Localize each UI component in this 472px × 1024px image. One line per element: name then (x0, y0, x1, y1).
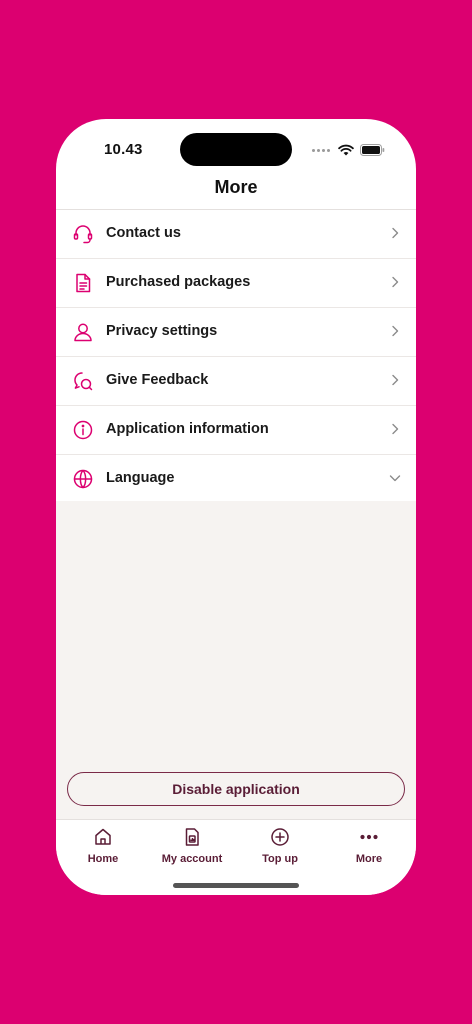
menu-label: Contact us (106, 225, 181, 241)
document-icon (72, 272, 94, 294)
plus-circle-icon (240, 826, 320, 848)
tab-label: My account (161, 853, 223, 865)
menu-label: Privacy settings (106, 323, 218, 339)
menu-item-application-information[interactable]: Application information (56, 406, 416, 455)
tab-label: Home (87, 853, 119, 865)
dynamic-island (180, 133, 292, 166)
globe-icon (72, 468, 94, 490)
feedback-icon (72, 370, 94, 392)
home-indicator[interactable] (173, 883, 299, 888)
menu-item-contact-us[interactable]: Contact us (56, 210, 416, 259)
chevron-right-icon (388, 275, 402, 289)
tab-more[interactable]: More (329, 826, 409, 870)
tab-label: Top up (262, 853, 298, 865)
tab-home[interactable]: Home (63, 826, 143, 870)
tab-top-up[interactable]: Top up (240, 826, 320, 870)
tab-bar: Home My account Top up More (56, 819, 416, 895)
chevron-right-icon (388, 373, 402, 387)
home-icon (63, 826, 143, 848)
menu-item-language[interactable]: Language (56, 455, 416, 503)
settings-menu: Contact us Purchased packages Privacy se… (56, 210, 416, 503)
info-icon (72, 419, 94, 441)
chevron-right-icon (388, 422, 402, 436)
cellular-signal-icon (312, 148, 330, 152)
phone-screen: 10.43 More Contact us Purchased packages… (56, 119, 416, 895)
chevron-right-icon (388, 324, 402, 338)
disable-application-button[interactable]: Disable application (67, 772, 405, 806)
menu-label: Application information (106, 421, 269, 437)
chevron-down-icon (388, 471, 402, 485)
menu-item-privacy-settings[interactable]: Privacy settings (56, 308, 416, 357)
menu-label: Language (106, 470, 175, 486)
more-dots-icon (329, 826, 409, 848)
menu-item-purchased-packages[interactable]: Purchased packages (56, 259, 416, 308)
wifi-icon (338, 144, 354, 156)
battery-icon (360, 144, 385, 156)
chevron-right-icon (388, 226, 402, 240)
user-icon (72, 321, 94, 343)
status-icons (312, 141, 385, 159)
tab-my-account[interactable]: My account (152, 826, 232, 870)
status-time: 10.43 (104, 141, 143, 158)
menu-item-give-feedback[interactable]: Give Feedback (56, 357, 416, 406)
sim-card-icon (152, 826, 232, 848)
tab-label: More (355, 853, 383, 865)
headset-icon (72, 223, 94, 245)
menu-label: Give Feedback (106, 372, 209, 388)
page-title: More (214, 177, 258, 197)
navigation-bar: More (56, 173, 416, 210)
menu-label: Purchased packages (106, 274, 251, 290)
status-bar: 10.43 (56, 119, 416, 179)
